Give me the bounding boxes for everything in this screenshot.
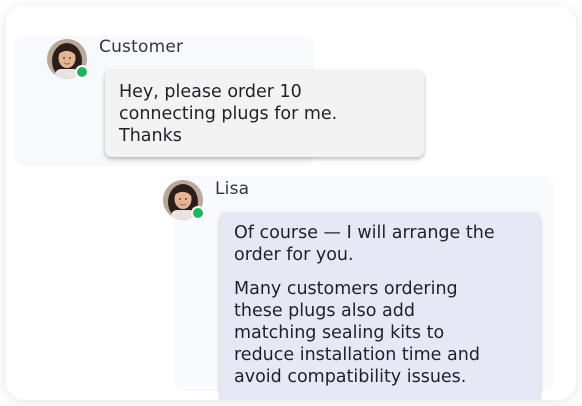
sender-name: Customer	[99, 37, 184, 57]
message-line: connecting plugs for me.	[119, 104, 338, 124]
message-line: Thanks	[119, 126, 182, 146]
message-line: matching sealing kits to	[234, 323, 445, 343]
message-line: these plugs also add	[234, 301, 415, 321]
message-line: order for you.	[234, 245, 354, 265]
online-status-dot	[75, 65, 89, 79]
message-paragraph: Of course — I will arrange the order for…	[234, 222, 526, 266]
message-line: reduce installation time and	[234, 345, 480, 365]
sender-name: Lisa	[215, 179, 250, 199]
online-status-dot	[191, 206, 205, 220]
agent-avatar[interactable]	[163, 180, 205, 220]
message-paragraph: Many customers ordering these plugs also…	[234, 278, 526, 388]
message-line: Many customers ordering	[234, 279, 458, 299]
message-line: Of course — I will arrange the	[234, 223, 495, 243]
customer-message-bubble[interactable]: Hey, please order 10 connecting plugs fo…	[105, 70, 424, 157]
chat-card: Customer Hey, please order 10 connecting…	[6, 6, 576, 400]
customer-avatar[interactable]	[47, 39, 89, 79]
message-line: Hey, please order 10	[119, 82, 302, 102]
message-line: avoid compatibility issues.	[234, 367, 467, 387]
agent-message-bubble[interactable]: Of course — I will arrange the order for…	[220, 212, 540, 400]
